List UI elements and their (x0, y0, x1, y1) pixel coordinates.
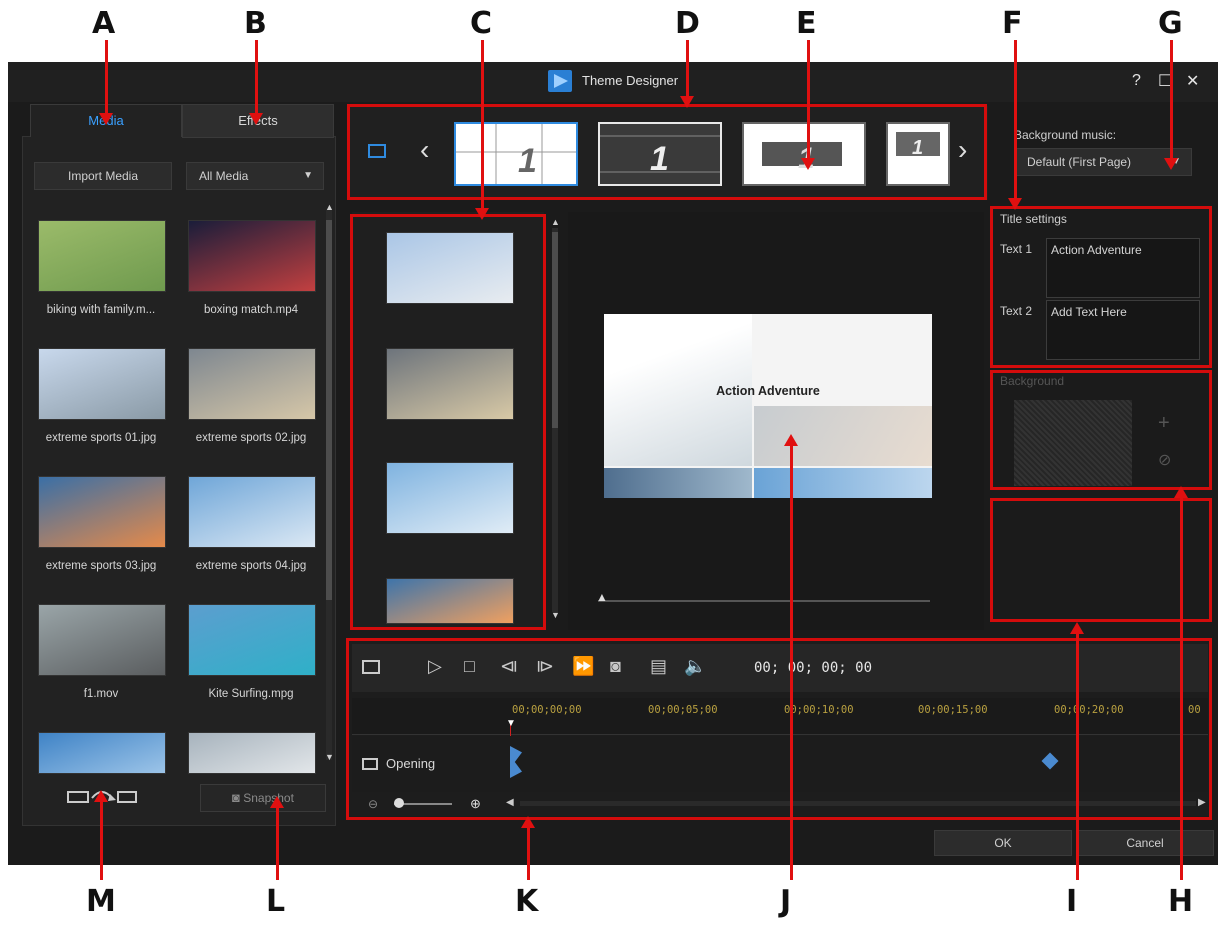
cancel-button[interactable]: Cancel (1076, 830, 1214, 856)
scroll-up-icon[interactable]: ▲ (325, 202, 334, 212)
media-thumbnail[interactable] (38, 476, 166, 548)
media-caption: biking with family.m... (46, 304, 156, 316)
highlight-k (346, 638, 1212, 820)
preview-image-bottom-left (604, 468, 752, 498)
snapshot-button[interactable]: ◙ Snapshot (200, 784, 326, 812)
media-filter-value: All Media (199, 169, 249, 183)
media-caption: boxing match.mp4 (204, 304, 298, 316)
highlight-i (990, 498, 1212, 622)
media-thumbnail[interactable] (38, 348, 166, 420)
scroll-up-icon[interactable]: ▲ (551, 217, 560, 227)
arrow-a (99, 40, 113, 125)
preview-title-text: Action Adventure (716, 384, 820, 398)
window-title: Theme Designer (582, 73, 679, 88)
title-bar: Theme Designer ? ☐ ✕ (8, 62, 1218, 102)
callout-d: D (675, 6, 700, 41)
arrow-e (801, 40, 815, 170)
arrow-m (94, 790, 108, 880)
snapshot-label: Snapshot (243, 791, 294, 805)
scroll-down-icon[interactable]: ▼ (551, 610, 560, 620)
callout-g: G (1158, 6, 1183, 41)
callout-m: M (86, 884, 116, 919)
media-caption: extreme sports 01.jpg (45, 432, 157, 444)
ok-button[interactable]: OK (934, 830, 1072, 856)
callout-e: E (796, 6, 817, 41)
preview-window: Action Adventure (604, 314, 932, 498)
callout-h: H (1168, 884, 1194, 919)
media-thumbnail[interactable] (38, 604, 166, 676)
camera-icon: ◙ (232, 790, 240, 805)
preview-slider-handle[interactable]: ▲ (596, 590, 608, 604)
background-music-value: Default (First Page) (1027, 155, 1132, 169)
callout-k: K (515, 884, 539, 919)
media-thumbnail[interactable] (38, 220, 166, 292)
chevron-down-icon: ▼ (303, 170, 313, 181)
preview-slider-track[interactable] (598, 600, 930, 602)
media-thumbnail[interactable] (188, 604, 316, 676)
app-logo-icon (548, 70, 572, 92)
highlight-c (350, 214, 546, 630)
highlight-d (347, 104, 987, 200)
callout-l: L (266, 884, 286, 919)
callout-f: F (1002, 6, 1023, 41)
callout-c: C (470, 6, 493, 41)
callout-j: J (780, 884, 792, 919)
highlight-f (990, 206, 1212, 368)
close-icon[interactable]: ✕ (1186, 71, 1199, 91)
arrow-h (1174, 486, 1188, 880)
arrow-k (521, 816, 535, 880)
background-music-label: Background music: (1014, 128, 1117, 142)
media-caption: Kite Surfing.mpg (208, 688, 294, 700)
arrow-d (680, 40, 694, 108)
library-scroll-thumb[interactable] (326, 220, 332, 600)
arrow-i (1070, 622, 1084, 880)
arrow-c (475, 40, 489, 220)
preview-image-bottom-right (754, 468, 932, 498)
callout-i: I (1066, 884, 1078, 919)
media-thumbnail[interactable] (188, 220, 316, 292)
arrow-j (784, 434, 798, 880)
media-thumbnail[interactable] (188, 348, 316, 420)
media-filter-dropdown[interactable]: All Media ▼ (186, 162, 324, 190)
scroll-down-icon[interactable]: ▼ (325, 752, 334, 762)
media-thumbnail[interactable] (38, 732, 166, 774)
import-media-button[interactable]: Import Media (34, 162, 172, 190)
arrow-b (249, 40, 263, 125)
media-caption: f1.mov (83, 688, 119, 700)
callout-b: B (244, 6, 267, 41)
arrow-l (270, 796, 284, 880)
media-thumbnail[interactable] (188, 476, 316, 548)
arrow-f (1008, 40, 1022, 210)
help-icon[interactable]: ? (1132, 72, 1141, 90)
media-caption: extreme sports 03.jpg (45, 560, 157, 572)
media-thumbnail[interactable] (188, 732, 316, 774)
media-caption: extreme sports 02.jpg (195, 432, 307, 444)
slot-scroll-thumb[interactable] (552, 232, 558, 428)
preview-image-right (754, 406, 932, 466)
callout-a: A (92, 6, 116, 41)
highlight-h (990, 370, 1212, 490)
arrow-g (1164, 40, 1178, 170)
media-caption: extreme sports 04.jpg (195, 560, 307, 572)
